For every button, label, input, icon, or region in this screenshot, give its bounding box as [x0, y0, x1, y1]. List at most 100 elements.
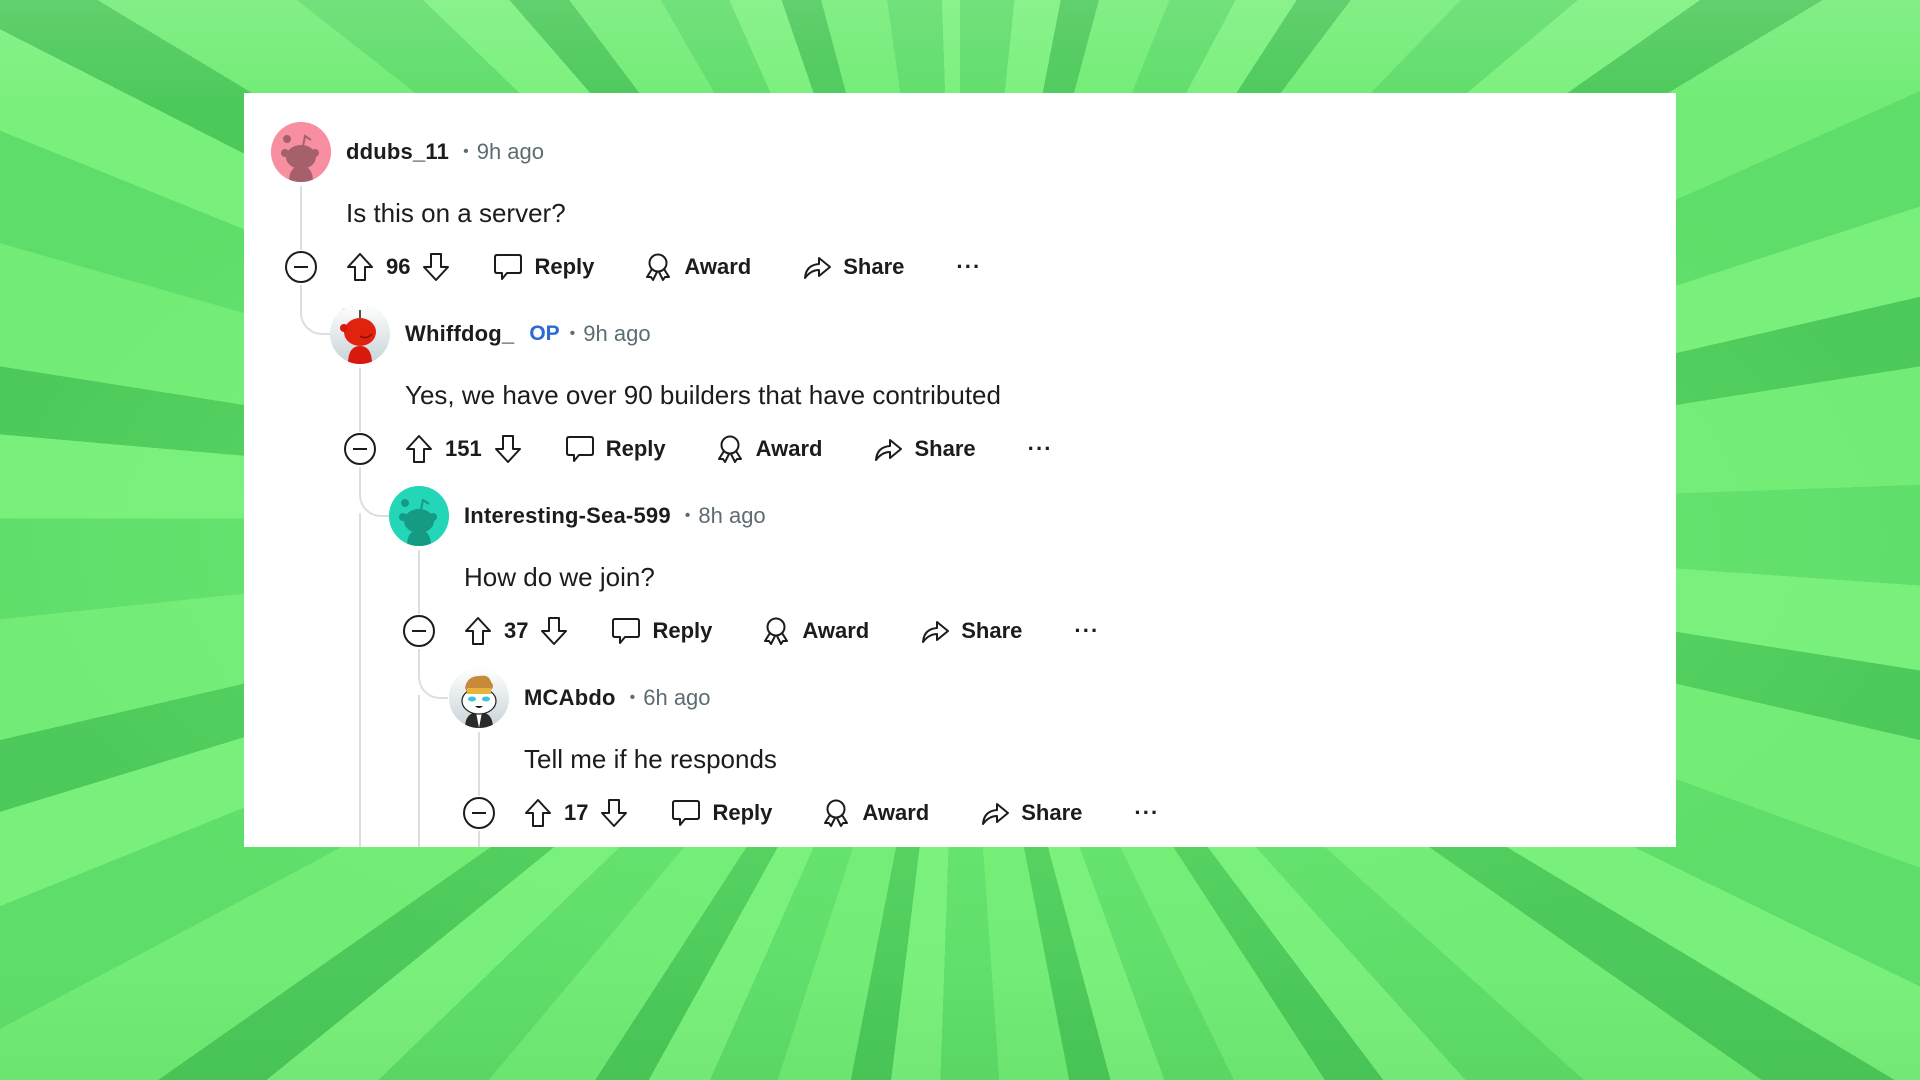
award-label: Award — [684, 254, 752, 279]
avatar[interactable] — [449, 668, 509, 728]
comment-actions: 96 Reply Award Share ··· — [344, 247, 981, 287]
award-button[interactable]: Award — [714, 433, 823, 465]
collapse-thread-button[interactable] — [285, 251, 317, 283]
reply-button[interactable]: Reply — [492, 251, 594, 283]
collapse-thread-button[interactable] — [403, 615, 435, 647]
share-button[interactable]: Share — [979, 797, 1082, 829]
thread-line-level-3[interactable] — [478, 732, 480, 796]
comment-body: Tell me if he responds — [524, 744, 777, 774]
vote-controls: 37 — [462, 615, 570, 647]
timestamp[interactable]: 8h ago — [698, 503, 765, 529]
share-arrow-icon — [919, 615, 951, 647]
comment-actions: 151 Reply Award Share ··· — [403, 429, 1053, 469]
award-button[interactable]: Award — [642, 251, 751, 283]
username[interactable]: Whiffdog_ — [405, 321, 514, 347]
vote-score: 96 — [386, 254, 411, 279]
comment-bubble-icon — [670, 797, 702, 829]
comment-bubble-icon — [610, 615, 642, 647]
vote-controls: 17 — [522, 797, 630, 829]
collapse-thread-button[interactable] — [344, 433, 376, 465]
more-options-button[interactable]: ··· — [1028, 436, 1053, 462]
thread-connector-level-2 — [359, 473, 389, 517]
snoo-avatar-icon — [389, 486, 449, 546]
comment-meta: Interesting-Sea-599 • 8h ago — [464, 496, 766, 536]
thread-connector-level-1 — [300, 291, 330, 335]
share-button[interactable]: Share — [919, 615, 1022, 647]
comment-bubble-icon — [564, 433, 596, 465]
upvote-icon[interactable] — [344, 251, 376, 283]
timestamp[interactable]: 6h ago — [643, 685, 710, 711]
share-label: Share — [961, 618, 1023, 643]
thread-line-level-3-lower[interactable] — [478, 831, 480, 847]
separator-dot: • — [463, 143, 469, 160]
downvote-icon[interactable] — [420, 251, 452, 283]
award-label: Award — [862, 800, 930, 825]
thread-line-level-2-continuation[interactable] — [418, 695, 420, 847]
more-options-button[interactable]: ··· — [1134, 800, 1159, 826]
comment-meta: Whiffdog_ OP • 9h ago — [405, 314, 651, 354]
separator-dot: • — [629, 689, 636, 706]
share-label: Share — [914, 436, 976, 461]
award-button[interactable]: Award — [760, 615, 869, 647]
more-options-button[interactable]: ··· — [1074, 618, 1099, 644]
upvote-icon[interactable] — [462, 615, 494, 647]
share-button[interactable]: Share — [801, 251, 904, 283]
award-label: Award — [802, 618, 870, 643]
separator-dot: • — [684, 507, 691, 524]
downvote-icon[interactable] — [492, 433, 524, 465]
comment-meta: ddubs_11 • 9h ago — [346, 132, 544, 172]
avatar[interactable] — [389, 486, 449, 546]
comment-meta: MCAbdo • 6h ago — [524, 678, 711, 718]
award-ribbon-icon — [760, 615, 792, 647]
award-ribbon-icon — [642, 251, 674, 283]
share-arrow-icon — [872, 433, 904, 465]
share-label: Share — [1021, 800, 1083, 825]
collapse-thread-button[interactable] — [463, 797, 495, 829]
downvote-icon[interactable] — [598, 797, 630, 829]
reply-label: Reply — [534, 254, 595, 279]
timestamp[interactable]: 9h ago — [583, 321, 650, 347]
timestamp[interactable]: 9h ago — [477, 139, 544, 165]
thread-line-level-0[interactable] — [300, 186, 302, 250]
vote-score: 151 — [445, 436, 482, 461]
reply-button[interactable]: Reply — [564, 433, 666, 465]
reply-label: Reply — [712, 800, 773, 825]
username[interactable]: Interesting-Sea-599 — [464, 503, 671, 529]
more-options-button[interactable]: ··· — [956, 254, 981, 280]
username[interactable]: MCAbdo — [524, 685, 616, 711]
snoo-avatar-icon — [449, 668, 509, 728]
reply-label: Reply — [605, 436, 666, 461]
share-arrow-icon — [801, 251, 833, 283]
op-badge: OP — [529, 322, 560, 345]
thread-line-level-1[interactable] — [359, 368, 361, 432]
thread-connector-level-3 — [418, 655, 448, 699]
separator-dot: • — [569, 325, 576, 342]
share-button[interactable]: Share — [872, 433, 976, 465]
snoo-avatar-icon — [330, 304, 390, 364]
reply-button[interactable]: Reply — [610, 615, 712, 647]
thread-line-level-2[interactable] — [418, 550, 420, 614]
downvote-icon[interactable] — [538, 615, 570, 647]
vote-controls: 96 — [344, 251, 452, 283]
upvote-icon[interactable] — [522, 797, 554, 829]
avatar[interactable] — [271, 122, 331, 182]
avatar[interactable] — [330, 304, 390, 364]
reply-button[interactable]: Reply — [670, 797, 772, 829]
vote-score: 17 — [564, 800, 589, 825]
comment-body: Yes, we have over 90 builders that have … — [405, 380, 1001, 410]
username[interactable]: ddubs_11 — [346, 139, 449, 165]
comment-actions: 37 Reply Award Share ··· — [462, 611, 1099, 651]
reply-label: Reply — [652, 618, 713, 643]
award-button[interactable]: Award — [820, 797, 929, 829]
snoo-avatar-icon — [271, 122, 331, 182]
share-arrow-icon — [979, 797, 1011, 829]
upvote-icon[interactable] — [403, 433, 435, 465]
thread-line-level-1-continuation[interactable] — [359, 513, 361, 847]
vote-controls: 151 — [403, 433, 524, 465]
vote-score: 37 — [504, 618, 529, 643]
comment-body: How do we join? — [464, 562, 655, 592]
comment-body: Is this on a server? — [346, 198, 566, 228]
award-ribbon-icon — [714, 433, 746, 465]
award-label: Award — [755, 436, 823, 461]
comment-actions: 17 Reply Award Share ··· — [522, 793, 1159, 833]
